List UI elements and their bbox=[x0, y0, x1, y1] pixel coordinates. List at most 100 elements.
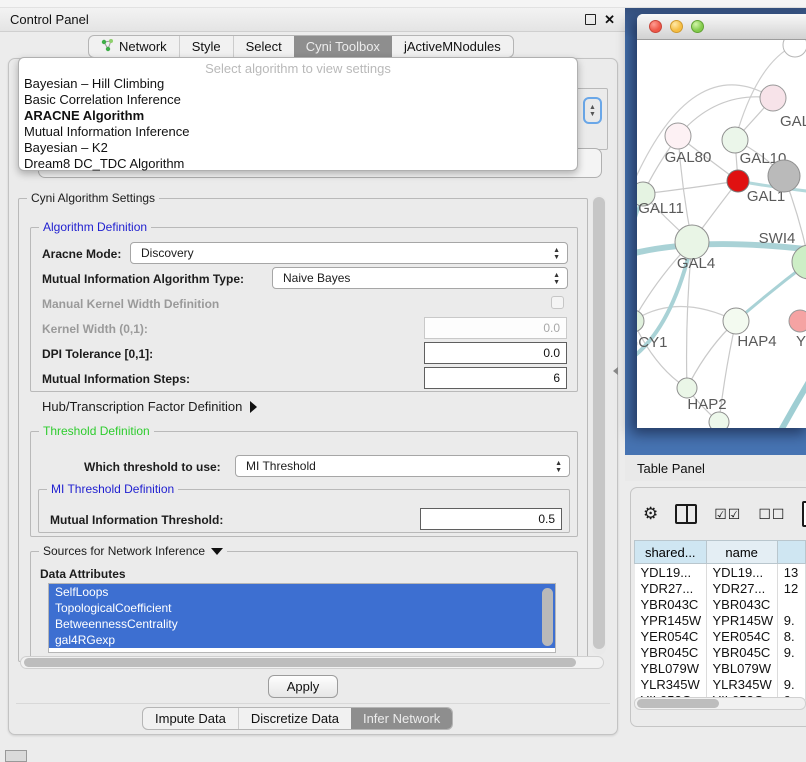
dpi-tolerance-field[interactable]: 0.0 bbox=[424, 342, 567, 364]
mi-type-combo[interactable]: Naive Bayes ▲▼ bbox=[272, 267, 568, 289]
table-cell[interactable]: 9. bbox=[777, 644, 805, 660]
collapse-down-icon[interactable] bbox=[211, 548, 223, 555]
float-window-icon[interactable] bbox=[585, 14, 596, 25]
table-cell[interactable]: YLR345W bbox=[706, 676, 777, 692]
unchecked-pair-icon[interactable]: ☐☐ bbox=[758, 506, 785, 523]
table-row[interactable]: YLR345WYLR345W9. bbox=[635, 676, 806, 692]
table-cell[interactable]: YER054C bbox=[706, 628, 777, 644]
network-node-gcy1[interactable] bbox=[637, 310, 644, 332]
network-node-gal1[interactable] bbox=[727, 170, 749, 192]
column-header-2[interactable] bbox=[777, 541, 805, 564]
control-panel-title: Control Panel bbox=[10, 12, 89, 27]
attribute-item-betweennesscentrality[interactable]: BetweennessCentrality bbox=[49, 616, 555, 632]
tab-style[interactable]: Style bbox=[179, 36, 233, 57]
algorithm-option-mutual-information-inference[interactable]: Mutual Information Inference bbox=[19, 124, 577, 140]
table-cell[interactable]: YDR27... bbox=[635, 580, 707, 596]
table-row[interactable]: YBR045CYBR045C9. bbox=[635, 644, 806, 660]
settings-horizontal-scrollbar[interactable] bbox=[20, 656, 604, 669]
minimize-traffic-light-icon[interactable] bbox=[670, 20, 683, 33]
table-cell[interactable]: YBR043C bbox=[706, 596, 777, 612]
kernel-width-field[interactable]: 0.0 bbox=[424, 317, 567, 339]
network-node[interactable] bbox=[768, 160, 800, 192]
which-threshold-label: Which threshold to use: bbox=[84, 460, 221, 474]
attribute-item-gal4rgexp[interactable]: gal4RGexp bbox=[49, 632, 555, 648]
table-row[interactable]: YDR27...YDR27...12 bbox=[635, 580, 806, 596]
tab-select[interactable]: Select bbox=[233, 36, 294, 57]
table-cell[interactable]: YBL079W bbox=[635, 660, 707, 676]
table-horizontal-scrollbar[interactable] bbox=[634, 697, 806, 710]
columns-icon[interactable] bbox=[675, 504, 697, 524]
table-cell[interactable]: YBR045C bbox=[635, 644, 707, 660]
network-canvas[interactable]: GALGAL80GAL10GAL1GAL11GAL4SWI4GCY1HAP4YH… bbox=[637, 40, 806, 428]
table-cell[interactable]: YBR045C bbox=[706, 644, 777, 660]
tab-impute-data[interactable]: Impute Data bbox=[143, 708, 238, 729]
table-cell[interactable] bbox=[777, 660, 805, 676]
table-cell[interactable]: 13 bbox=[777, 564, 805, 581]
document-icon[interactable] bbox=[802, 501, 806, 527]
close-icon[interactable]: ✕ bbox=[604, 15, 615, 25]
table-cell[interactable]: YPR145W bbox=[706, 612, 777, 628]
table-row[interactable]: YBL079WYBL079W bbox=[635, 660, 806, 676]
network-node-gal4[interactable] bbox=[675, 225, 709, 259]
table-cell[interactable]: YLR345W bbox=[635, 676, 707, 692]
tab-network[interactable]: Network bbox=[89, 36, 179, 57]
table-cell[interactable]: YBR043C bbox=[635, 596, 707, 612]
table-cell[interactable]: 9. bbox=[777, 676, 805, 692]
tab-infer-network[interactable]: Infer Network bbox=[351, 708, 452, 729]
splitter-collapse-icon[interactable] bbox=[613, 367, 618, 375]
which-threshold-combo[interactable]: MI Threshold ▲▼ bbox=[235, 455, 570, 477]
tab-jactivemnodules[interactable]: jActiveMNodules bbox=[392, 36, 513, 57]
aracne-mode-combo[interactable]: Discovery ▲▼ bbox=[130, 242, 568, 264]
gear-icon[interactable]: ⚙ bbox=[643, 504, 658, 524]
network-node-y[interactable] bbox=[789, 310, 806, 332]
attribute-item-topologicalcoefficient[interactable]: TopologicalCoefficient bbox=[49, 600, 555, 616]
corner-grip[interactable] bbox=[5, 750, 27, 762]
network-node-gal[interactable] bbox=[760, 85, 786, 111]
table-cell[interactable]: YDL19... bbox=[635, 564, 707, 581]
algorithm-option-bayesian-k2[interactable]: Bayesian – K2 bbox=[19, 140, 577, 156]
table-cell[interactable]: YDR27... bbox=[706, 580, 777, 596]
network-node-gal80[interactable] bbox=[665, 123, 691, 149]
list-scrollbar-thumb[interactable] bbox=[542, 588, 553, 646]
table-row[interactable]: YER054CYER054C8. bbox=[635, 628, 806, 644]
table-cell[interactable]: 12 bbox=[777, 580, 805, 596]
close-traffic-light-icon[interactable] bbox=[649, 20, 662, 33]
apply-button[interactable]: Apply bbox=[268, 675, 338, 698]
table-cell[interactable]: YER054C bbox=[635, 628, 707, 644]
column-header-name[interactable]: name bbox=[706, 541, 777, 564]
mi-threshold-field[interactable]: 0.5 bbox=[420, 508, 562, 530]
algorithm-option-aracne-algorithm[interactable]: ARACNE Algorithm bbox=[19, 108, 577, 124]
network-window-titlebar[interactable] bbox=[637, 14, 806, 40]
table-cell[interactable]: YDL19... bbox=[706, 564, 777, 581]
table-cell[interactable]: 9. bbox=[777, 612, 805, 628]
network-node-hap2[interactable] bbox=[677, 378, 697, 398]
data-attributes-list[interactable]: SelfLoopsTopologicalCoefficientBetweenne… bbox=[48, 583, 556, 653]
table-cell[interactable]: YBL079W bbox=[706, 660, 777, 676]
network-node[interactable] bbox=[783, 40, 806, 57]
table-row[interactable]: YBR043CYBR043C bbox=[635, 596, 806, 612]
node-label: GAL bbox=[780, 113, 806, 130]
settings-vertical-scrollbar[interactable] bbox=[592, 195, 606, 655]
network-node-hap4[interactable] bbox=[723, 308, 749, 334]
network-node[interactable] bbox=[709, 412, 729, 428]
column-header-shared[interactable]: shared... bbox=[635, 541, 707, 564]
table-row[interactable]: YDL19...YDL19...13 bbox=[635, 564, 806, 581]
table-row[interactable]: YPR145WYPR145W9. bbox=[635, 612, 806, 628]
data-table[interactable]: shared...nameYDL19...YDL19...13YDR27...Y… bbox=[634, 540, 806, 700]
algorithm-option-bayesian-hill-climbing[interactable]: Bayesian – Hill Climbing bbox=[19, 76, 577, 92]
table-cell[interactable] bbox=[777, 596, 805, 612]
attribute-item-selfloops[interactable]: SelfLoops bbox=[49, 584, 555, 600]
manual-kernel-checkbox[interactable] bbox=[551, 296, 564, 309]
checked-pair-icon[interactable]: ☑☑ bbox=[714, 506, 741, 523]
hub-definition-expander[interactable]: Hub/Transcription Factor Definition bbox=[42, 399, 257, 414]
algorithm-option-dream8-dc-tdc-algorithm[interactable]: Dream8 DC_TDC Algorithm bbox=[19, 156, 577, 172]
table-cell[interactable]: YPR145W bbox=[635, 612, 707, 628]
algorithm-option-basic-correlation-inference[interactable]: Basic Correlation Inference bbox=[19, 92, 577, 108]
combo-spinner-button[interactable]: ▲▼ bbox=[583, 97, 602, 124]
mi-steps-field[interactable]: 6 bbox=[424, 367, 567, 389]
network-window[interactable]: GALGAL80GAL10GAL1GAL11GAL4SWI4GCY1HAP4YH… bbox=[637, 14, 806, 428]
tab-discretize-data[interactable]: Discretize Data bbox=[238, 708, 351, 729]
zoom-traffic-light-icon[interactable] bbox=[691, 20, 704, 33]
table-cell[interactable]: 8. bbox=[777, 628, 805, 644]
tab-cyni-toolbox[interactable]: Cyni Toolbox bbox=[294, 36, 392, 57]
